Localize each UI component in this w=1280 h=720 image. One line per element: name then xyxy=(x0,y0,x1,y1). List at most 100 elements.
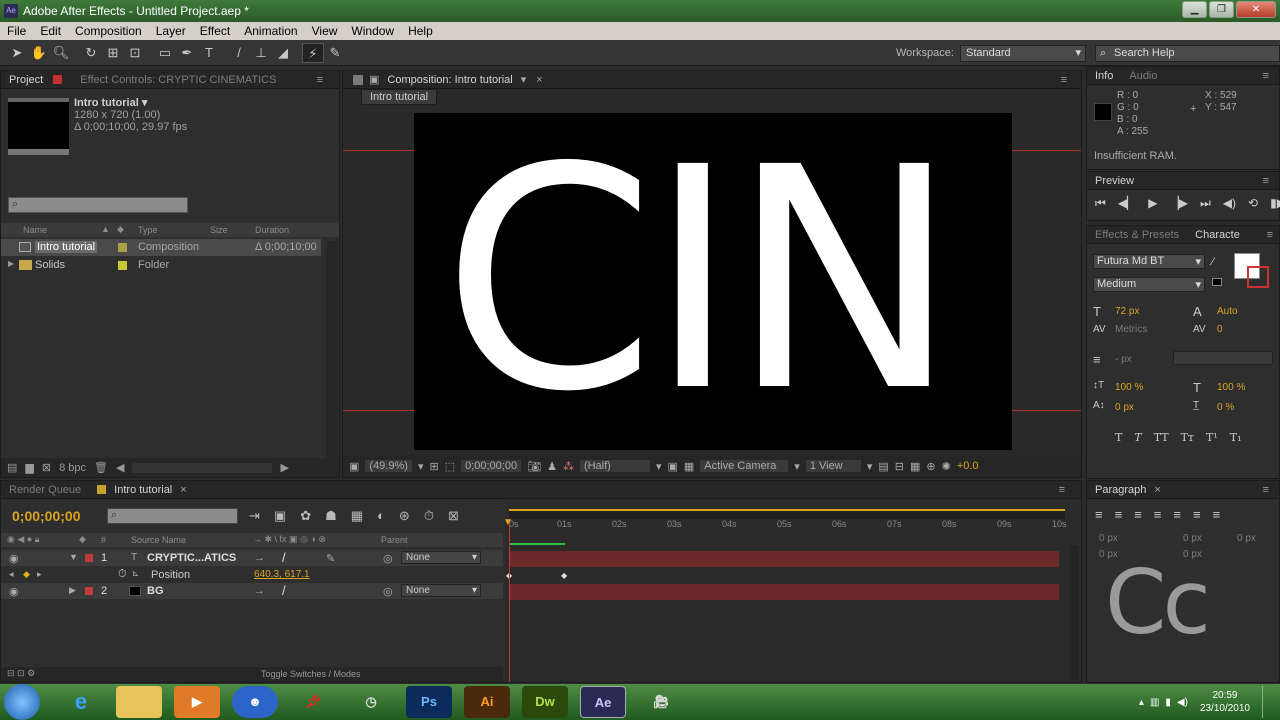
tab-audio[interactable]: Audio xyxy=(1121,70,1165,82)
scrollbar[interactable] xyxy=(326,241,338,461)
timeline-graph-area[interactable]: 0s 01s 02s 03s 04s 05s 06s 07s 08s 09s 1… xyxy=(503,499,1081,682)
maximize-button[interactable]: ❐ xyxy=(1209,1,1234,18)
pick-whip-icon[interactable]: ◎ xyxy=(383,552,393,565)
flowchart-icon[interactable]: ⊕ xyxy=(926,460,935,473)
illustrator-icon[interactable]: Ai xyxy=(464,686,510,718)
visibility-eye-icon[interactable]: ◉ xyxy=(9,585,19,598)
fast-previews-icon[interactable]: ⊟ xyxy=(895,460,904,473)
transparency-grid-icon[interactable]: ▦ xyxy=(684,460,694,473)
superscript-button[interactable]: T¹ xyxy=(1206,431,1218,444)
col-type[interactable]: Type xyxy=(138,225,158,235)
tab-character[interactable]: Characte xyxy=(1187,229,1248,241)
puppet-pin-icon[interactable]: ✎ xyxy=(324,43,346,63)
tracking-value[interactable]: 0 xyxy=(1217,324,1223,335)
show-snapshot-icon[interactable]: ♟ xyxy=(547,460,557,473)
live-update-icon[interactable]: ▣ xyxy=(274,508,286,524)
baseline-shift-value[interactable]: 0 px xyxy=(1115,402,1134,413)
col-duration[interactable]: Duration xyxy=(255,225,289,235)
tab-info[interactable]: Info xyxy=(1087,70,1121,82)
project-search-input[interactable]: ⌕ xyxy=(8,197,188,213)
tab-effects-presets[interactable]: Effects & Presets xyxy=(1087,229,1187,241)
camera-select[interactable]: Active Camera xyxy=(700,460,789,472)
horizontal-scale-value[interactable]: 100 % xyxy=(1217,382,1245,393)
property-row[interactable]: ◂ ◆ ▸ ⏱ ⊾ Position 640.3, 617.1 xyxy=(1,567,503,583)
clock-app-icon[interactable]: ◷ xyxy=(348,686,394,718)
label-color-swatch[interactable] xyxy=(118,261,127,270)
align-right-icon[interactable]: ≡ xyxy=(1134,507,1142,522)
current-time-indicator[interactable] xyxy=(509,519,510,682)
table-row[interactable]: ◉ ▶ 2 BG → / ◎ None ▾ xyxy=(1,583,503,599)
hide-shy-layers-icon[interactable]: ☗ xyxy=(325,508,337,524)
new-composition-icon[interactable]: ⊠ xyxy=(42,461,51,474)
selection-tool-icon[interactable]: ➤ xyxy=(6,43,28,63)
timeline-search-input[interactable]: ⌕ xyxy=(107,508,238,524)
media-player-icon[interactable]: ▶ xyxy=(174,686,220,718)
minimize-button[interactable]: ▁ xyxy=(1182,1,1207,18)
scroll-left-icon[interactable]: ◀ xyxy=(116,461,124,474)
dreamweaver-icon[interactable]: Dw xyxy=(522,686,568,718)
camera-app-icon[interactable]: 🎥︎ xyxy=(638,686,684,718)
faux-bold-button[interactable]: T xyxy=(1115,431,1122,444)
prev-keyframe-icon[interactable]: ◂ xyxy=(9,569,14,580)
power-icon[interactable]: ▮ xyxy=(1165,697,1171,708)
comp-mini-flowchart-icon[interactable]: ⇥ xyxy=(249,508,260,524)
indent-right-value[interactable]: 0 px xyxy=(1183,533,1202,544)
expand-arrow-icon[interactable]: ▶ xyxy=(69,585,76,596)
snapshot-icon[interactable]: 📷︎ xyxy=(527,460,541,473)
photoshop-icon[interactable]: Ps xyxy=(406,686,452,718)
roto-brush-icon[interactable]: ⚡︎ xyxy=(302,42,324,63)
timeline-icon[interactable]: ▦ xyxy=(910,460,920,473)
parent-select[interactable]: None ▾ xyxy=(401,551,481,564)
menu-help[interactable]: Help xyxy=(401,24,440,38)
vertical-scale-value[interactable]: 100 % xyxy=(1115,382,1143,393)
adjustment-switch-icon[interactable]: ✎ xyxy=(326,552,335,565)
menu-effect[interactable]: Effect xyxy=(193,24,237,38)
expand-arrow-icon[interactable]: ▶ xyxy=(8,259,14,268)
brush-tool-icon[interactable]: / xyxy=(228,43,250,63)
playhead-icon[interactable]: ▼ xyxy=(503,517,513,528)
list-item[interactable]: Intro tutorial Composition Δ 0;00;10;00 xyxy=(1,239,321,256)
loop-icon[interactable]: ⟲ xyxy=(1248,196,1258,211)
layer-bar[interactable] xyxy=(509,551,1059,567)
panel-menu-icon[interactable]: ≡ xyxy=(1263,70,1269,82)
comp-breadcrumb[interactable]: Intro tutorial xyxy=(361,89,438,105)
channel-icon[interactable]: ⁂ xyxy=(563,460,574,473)
panel-menu-icon[interactable]: ≡ xyxy=(1061,74,1067,86)
safe-zones-icon[interactable]: ⊞ xyxy=(429,460,438,473)
first-frame-icon[interactable]: ⏮ xyxy=(1095,196,1106,211)
menu-composition[interactable]: Composition xyxy=(68,24,149,38)
close-tab-icon[interactable]: × xyxy=(1154,484,1160,496)
panel-menu-icon[interactable]: ≡ xyxy=(1267,229,1273,241)
motion-blur-icon[interactable]: ◐ xyxy=(377,508,385,524)
menu-edit[interactable]: Edit xyxy=(33,24,68,38)
pin-app-icon[interactable]: 📌︎ xyxy=(290,686,336,718)
panel-menu-icon[interactable]: ≡ xyxy=(1059,484,1065,496)
layer-name[interactable]: BG xyxy=(147,585,164,597)
search-help-input[interactable]: ⌕ Search Help xyxy=(1095,45,1280,62)
next-keyframe-icon[interactable]: ▸ xyxy=(37,569,42,580)
after-effects-icon[interactable]: Ae xyxy=(580,686,626,718)
exposure-icon[interactable]: ✺ xyxy=(942,460,951,473)
graph-editor-icon[interactable]: ⊠ xyxy=(448,508,459,524)
font-size-value[interactable]: 72 px xyxy=(1115,306,1139,317)
tab-preview[interactable]: Preview xyxy=(1087,175,1142,187)
stroke-style-select[interactable] xyxy=(1173,351,1273,365)
kerning-value[interactable]: Metrics xyxy=(1115,324,1147,335)
col-name[interactable]: Name xyxy=(23,225,47,235)
eyedropper-icon[interactable]: ⁄ xyxy=(1212,256,1214,268)
shy-switch-icon[interactable]: → xyxy=(254,585,265,597)
indent-left-value[interactable]: 0 px xyxy=(1099,533,1118,544)
label-color-swatch[interactable] xyxy=(85,587,93,595)
interpret-footage-icon[interactable]: ▤ xyxy=(7,461,17,474)
zoom-tool-icon[interactable]: 🔍︎ xyxy=(50,43,72,63)
hand-tool-icon[interactable]: ✋ xyxy=(28,43,50,63)
close-tab-icon[interactable]: × xyxy=(180,484,186,496)
justify-all-icon[interactable]: ≡ xyxy=(1213,507,1221,522)
chevron-down-icon[interactable]: ▾ xyxy=(521,73,527,86)
auto-keyframe-icon[interactable]: ⏱ xyxy=(424,508,434,524)
exposure-value[interactable]: +0.0 xyxy=(957,460,979,472)
quality-switch-icon[interactable]: / xyxy=(282,550,286,565)
panel-menu-icon[interactable]: ≡ xyxy=(317,74,323,86)
draft-3d-icon[interactable]: ✿ xyxy=(300,508,311,524)
col-size[interactable]: Size xyxy=(210,225,228,235)
